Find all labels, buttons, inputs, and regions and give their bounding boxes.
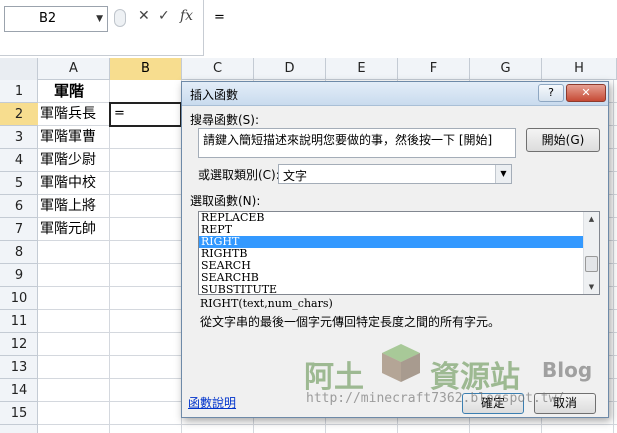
search-input[interactable]: 請鍵入簡短描述來說明您要做的事，然後按一下 [開始]	[198, 128, 516, 158]
active-cell-b2[interactable]: =	[109, 102, 182, 127]
function-list-label: 選取函數(N):	[190, 194, 261, 208]
enter-icon[interactable]: ✓	[158, 8, 170, 24]
cell-a4[interactable]: 軍階少尉	[40, 149, 96, 172]
cell-a3[interactable]: 軍階軍曹	[40, 126, 96, 149]
chevron-down-icon[interactable]: ▼	[495, 165, 511, 183]
formula-input[interactable]: =	[203, 0, 617, 56]
scroll-thumb[interactable]	[585, 256, 598, 272]
column-header-d[interactable]: D	[254, 58, 326, 80]
row-header[interactable]: 3	[0, 126, 38, 149]
category-label: 或選取類別(C):	[198, 168, 280, 182]
active-cell-value: =	[114, 106, 125, 121]
category-select-value: 文字	[283, 169, 308, 183]
function-help-link[interactable]: 函數說明	[188, 394, 236, 411]
resize-grip-icon[interactable]	[114, 9, 126, 27]
row-header[interactable]: 12	[0, 333, 38, 356]
chevron-down-icon[interactable]: ▼	[96, 14, 103, 24]
row-header[interactable]: 8	[0, 241, 38, 264]
search-label: 搜尋函數(S):	[190, 113, 260, 127]
row-header[interactable]: 7	[0, 218, 38, 241]
row-header[interactable]: 5	[0, 172, 38, 195]
list-item[interactable]: RIGHTB	[199, 248, 583, 260]
cell-a7[interactable]: 軍階元帥	[40, 218, 96, 241]
row-header[interactable]: 15	[0, 402, 38, 425]
column-header-b[interactable]: B	[110, 58, 182, 80]
dialog-title: 插入函數	[190, 88, 239, 102]
row-header[interactable]: 6	[0, 195, 38, 218]
cell-a2[interactable]: 軍階兵長	[40, 103, 96, 126]
cancel-icon[interactable]: ✕	[138, 8, 150, 24]
insert-function-icon[interactable]: fx	[180, 8, 193, 24]
list-item[interactable]: SUBSTITUTE	[199, 284, 583, 295]
formula-bar: B2 ▼ ✕ ✓ fx =	[0, 0, 617, 56]
row-header[interactable]: 11	[0, 310, 38, 333]
list-item[interactable]: REPT	[199, 224, 583, 236]
cell-a6[interactable]: 軍階上將	[40, 195, 96, 218]
insert-function-dialog: 插入函數 ? ✕ 搜尋函數(S): 請鍵入簡短描述來說明您要做的事，然後按一下 …	[181, 81, 609, 418]
select-all-corner[interactable]	[0, 58, 38, 80]
function-description: 從文字串的最後一個字元傳回特定長度之間的所有字元。	[200, 315, 501, 329]
column-header-f[interactable]: F	[398, 58, 470, 80]
row-header[interactable]: 13	[0, 356, 38, 379]
list-item-selected[interactable]: RIGHT	[199, 236, 583, 248]
search-input-value: 請鍵入簡短描述來說明您要做的事，然後按一下 [開始]	[203, 133, 493, 147]
scroll-down-icon[interactable]: ▼	[584, 280, 599, 294]
category-select[interactable]: 文字 ▼	[278, 164, 512, 184]
list-scrollbar[interactable]: ▲ ▼	[583, 212, 599, 294]
help-button[interactable]: ?	[538, 84, 564, 102]
row-header[interactable]: 14	[0, 379, 38, 402]
dialog-title-bar[interactable]: 插入函數 ? ✕	[182, 82, 608, 106]
row-header[interactable]: 4	[0, 149, 38, 172]
row-header[interactable]: 9	[0, 264, 38, 287]
column-header-g[interactable]: G	[470, 58, 542, 80]
cancel-button[interactable]: 取消	[534, 393, 596, 414]
go-button[interactable]: 開始(G)	[526, 128, 600, 152]
formula-buttons: ✕ ✓ fx	[112, 6, 202, 32]
column-headers: A B C D E F G H	[0, 58, 617, 80]
column-header-e[interactable]: E	[326, 58, 398, 80]
scroll-up-icon[interactable]: ▲	[584, 212, 599, 226]
name-box-value: B2	[39, 11, 57, 26]
column-header-h[interactable]: H	[542, 58, 617, 80]
formula-input-value: =	[214, 10, 225, 25]
row-header[interactable]: 1	[0, 80, 38, 103]
name-box[interactable]: B2 ▼	[4, 6, 108, 32]
column-header-a[interactable]: A	[38, 58, 110, 80]
function-list[interactable]: REPLACEB REPT RIGHT RIGHTB SEARCH SEARCH…	[198, 211, 600, 295]
close-button[interactable]: ✕	[566, 84, 606, 102]
cell-a5[interactable]: 軍階中校	[40, 172, 96, 195]
row-header[interactable]: 10	[0, 287, 38, 310]
cell-a1[interactable]: 軍階	[54, 80, 84, 103]
row-headers: 1 2 3 4 5 6 7 8 9 10 11 12 13 14 15	[0, 80, 38, 433]
ok-button[interactable]: 確定	[462, 393, 524, 414]
list-item[interactable]: REPLACEB	[199, 212, 583, 224]
column-header-c[interactable]: C	[182, 58, 254, 80]
row-header[interactable]: 2	[0, 103, 38, 126]
function-signature: RIGHT(text,num_chars)	[200, 297, 333, 310]
